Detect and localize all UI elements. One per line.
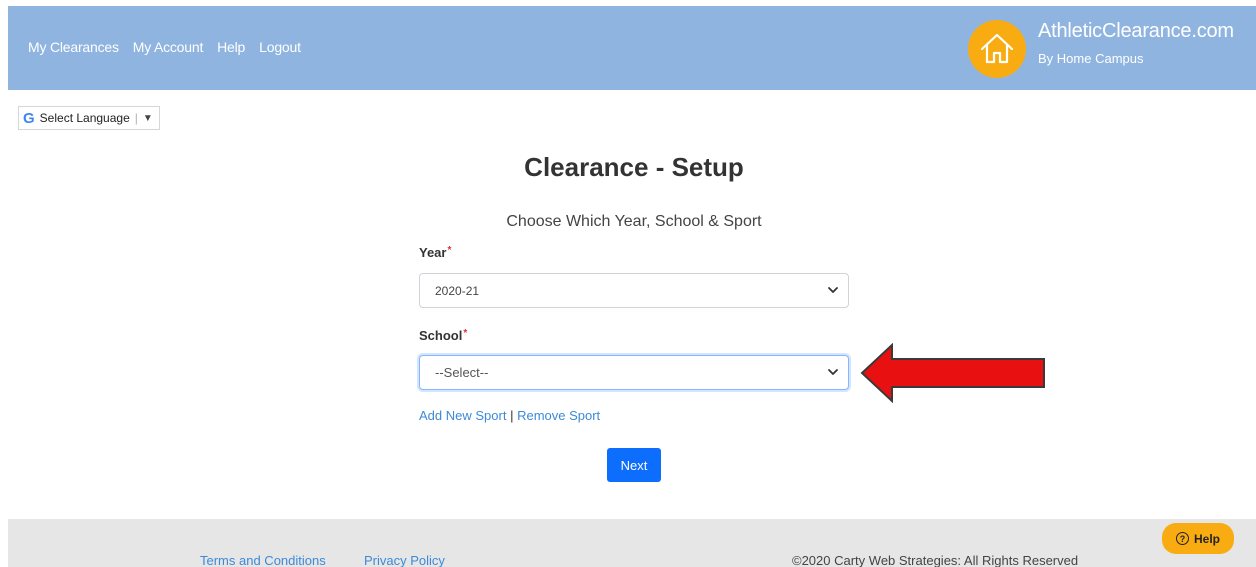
caret-down-icon: ▼ bbox=[142, 112, 153, 124]
page-title: Clearance - Setup bbox=[524, 152, 744, 182]
year-select-value: 2020-21 bbox=[435, 283, 480, 298]
year-label: Year* bbox=[419, 245, 451, 260]
help-button-label: Help bbox=[1193, 531, 1220, 546]
language-selector[interactable]: G Select Language | ▼ bbox=[18, 106, 160, 130]
link-separator: | bbox=[510, 408, 514, 423]
next-button[interactable]: Next bbox=[607, 448, 661, 482]
school-label-text: School bbox=[419, 328, 463, 343]
copyright-text: ©2020 Carty Web Strategies: All Rights R… bbox=[792, 553, 1079, 567]
help-button[interactable]: ? Help bbox=[1162, 523, 1234, 554]
top-nav-bar: My Clearances My Account Help Logout Ath… bbox=[8, 6, 1256, 90]
nav-logout[interactable]: Logout bbox=[259, 39, 301, 55]
school-required-mark: * bbox=[463, 328, 468, 339]
brand-logo[interactable] bbox=[968, 20, 1026, 78]
school-select-value: --Select-- bbox=[435, 365, 489, 380]
house-icon bbox=[980, 33, 1014, 64]
remove-sport-link[interactable]: Remove Sport bbox=[517, 408, 600, 423]
school-label: School* bbox=[419, 328, 467, 343]
page-subtitle: Choose Which Year, School & Sport bbox=[506, 213, 762, 230]
chevron-down-icon bbox=[828, 369, 838, 375]
year-select[interactable]: 2020-21 bbox=[419, 273, 849, 308]
footer: Terms and Conditions Privacy Policy ©202… bbox=[8, 519, 1256, 567]
main-nav: My Clearances My Account Help Logout bbox=[28, 39, 301, 55]
nav-help[interactable]: Help bbox=[217, 39, 245, 55]
terms-link[interactable]: Terms and Conditions bbox=[200, 553, 326, 567]
page: My Clearances My Account Help Logout Ath… bbox=[0, 0, 1256, 567]
year-required-mark: * bbox=[447, 245, 452, 256]
year-label-text: Year bbox=[419, 245, 447, 260]
question-circle-icon: ? bbox=[1175, 532, 1189, 545]
nav-my-clearances[interactable]: My Clearances bbox=[28, 39, 119, 55]
language-selector-label: Select Language bbox=[39, 111, 130, 125]
chevron-down-icon bbox=[828, 287, 838, 293]
brand-title: AthleticClearance.com bbox=[1038, 20, 1234, 42]
nav-my-account[interactable]: My Account bbox=[133, 39, 204, 55]
red-arrow-annotation bbox=[860, 343, 1045, 403]
sport-links: Add New Sport | Remove Sport bbox=[419, 408, 600, 423]
privacy-link[interactable]: Privacy Policy bbox=[364, 553, 445, 567]
language-selector-divider: | bbox=[134, 111, 138, 125]
brand-subtitle: By Home Campus bbox=[1038, 51, 1144, 66]
add-new-sport-link[interactable]: Add New Sport bbox=[419, 408, 506, 423]
school-select[interactable]: --Select-- bbox=[419, 355, 849, 390]
google-g-icon: G bbox=[23, 109, 35, 127]
